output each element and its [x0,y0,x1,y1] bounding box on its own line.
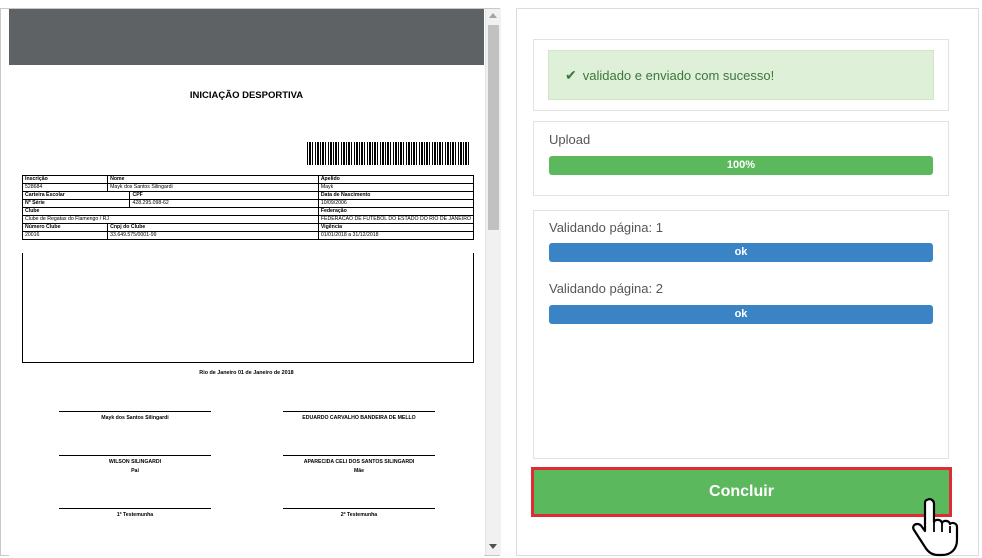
table-cell: Vigência [317,223,475,232]
validation-result-page-1: ok [549,243,933,262]
signature-president: EDUARDO CARVALHO BANDEIRA DE MELLO [283,411,435,421]
table-cell: Nº Série [21,199,131,208]
document-title: INICIAÇÃO DESPORTIVA [189,90,304,101]
document-viewer[interactable]: INICIAÇÃO DESPORTIVA Inscrição Nome Apelid… [0,8,501,557]
conclude-button[interactable]: Concluir [534,470,949,514]
scroll-thumb[interactable] [488,25,499,230]
validation-card: Validando página: 1 ok Validando página:… [533,210,949,459]
check-icon: ✔ [565,66,577,83]
scroll-up-arrow-icon[interactable] [489,13,497,18]
table-cell: Mayk [317,183,475,192]
table-cell: Inscrição [21,175,109,184]
table-cell: Nome [107,175,319,184]
signature-athlete: Mayk dos Santos Silingardi [59,411,211,421]
table-cell: 33.649.575/0001-99 [107,231,319,240]
table-row: 20016 33.649.575/0001-99 01/01/2018 a 31/1… [21,231,475,240]
signature-witness-2: 2ª Testemunha [283,508,435,518]
table-row: Número Clube Cnpj do Clube Vigência [21,223,475,232]
upload-label: Upload [549,132,591,147]
table-row: 528684 Mayk dos Santos Silingardi Mayk [21,183,475,192]
table-cell: 428.295.098-62 [129,199,319,208]
table-row: Nº Série 428.295.098-62 10/09/2006 [21,199,475,208]
table-cell: Cnpj do Clube [107,223,319,232]
table-cell: 01/01/2018 a 31/12/2018 [317,231,475,240]
registration-table: Inscrição Nome Apelido 528684 Mayk dos Santo… [21,175,475,240]
table-cell: Clube [22,207,319,216]
table-cell: Clube de Regatas do Flamengo / RJ [22,215,319,224]
signature-witness-1: 1ª Testemunha [59,508,211,518]
notes-area [22,253,474,363]
upload-progress-bar: 100% [549,156,933,175]
table-cell: Mayk dos Santos Silingardi [107,183,319,192]
table-cell: 528684 [21,183,109,192]
signature-father: WILSON SILINGARDI Pai [59,455,211,474]
document-page: INICIAÇÃO DESPORTIVA Inscrição Nome Apelid… [9,65,484,557]
table-row: Clube Federação [22,207,475,216]
conclude-button-highlight: Concluir [531,467,952,517]
signature-mother: APARECIDA CELI DOS SANTOS SILINGARDI Mãe [283,455,435,474]
upload-card: Upload 100% [533,121,949,196]
validation-result-page-2: ok [549,305,933,324]
barcode-image [307,142,471,165]
table-cell: Federação [317,207,475,216]
table-cell: Apelido [317,175,475,184]
hand-pointer-icon [912,498,959,557]
table-row: Inscrição Nome Apelido [21,175,475,184]
table-row: Carteira Escolar CPF Data de Nascimento [21,191,475,200]
viewer-scrollbar[interactable] [485,9,501,555]
viewer-toolbar-area [9,9,484,65]
table-cell: FEDERACAO DE FUTEBOL DO ESTADO DO RIO DE… [317,215,475,224]
success-card: ✔ validado e enviado com sucesso! [533,39,949,111]
table-cell: Data de Nascimento [317,191,475,200]
scroll-down-arrow-icon[interactable] [489,544,497,549]
success-alert: ✔ validado e enviado com sucesso! [548,50,934,100]
table-cell: 10/09/2006 [317,199,475,208]
table-cell: Carteira Escolar [21,191,131,200]
table-row: Clube de Regatas do Flamengo / RJ FEDERAC… [22,215,475,224]
table-cell: CPF [129,191,319,200]
success-message: validado e enviado com sucesso! [582,67,775,83]
validation-label-page-2: Validando página: 2 [549,281,663,296]
status-panel: ✔ validado e enviado com sucesso! Upload… [516,8,979,557]
place-date: Rio de Janeiro 01 de Janeiro de 2018 [199,370,294,376]
table-cell: 20016 [21,231,109,240]
table-cell: Número Clube [21,223,109,232]
validation-label-page-1: Validando página: 1 [549,220,663,235]
